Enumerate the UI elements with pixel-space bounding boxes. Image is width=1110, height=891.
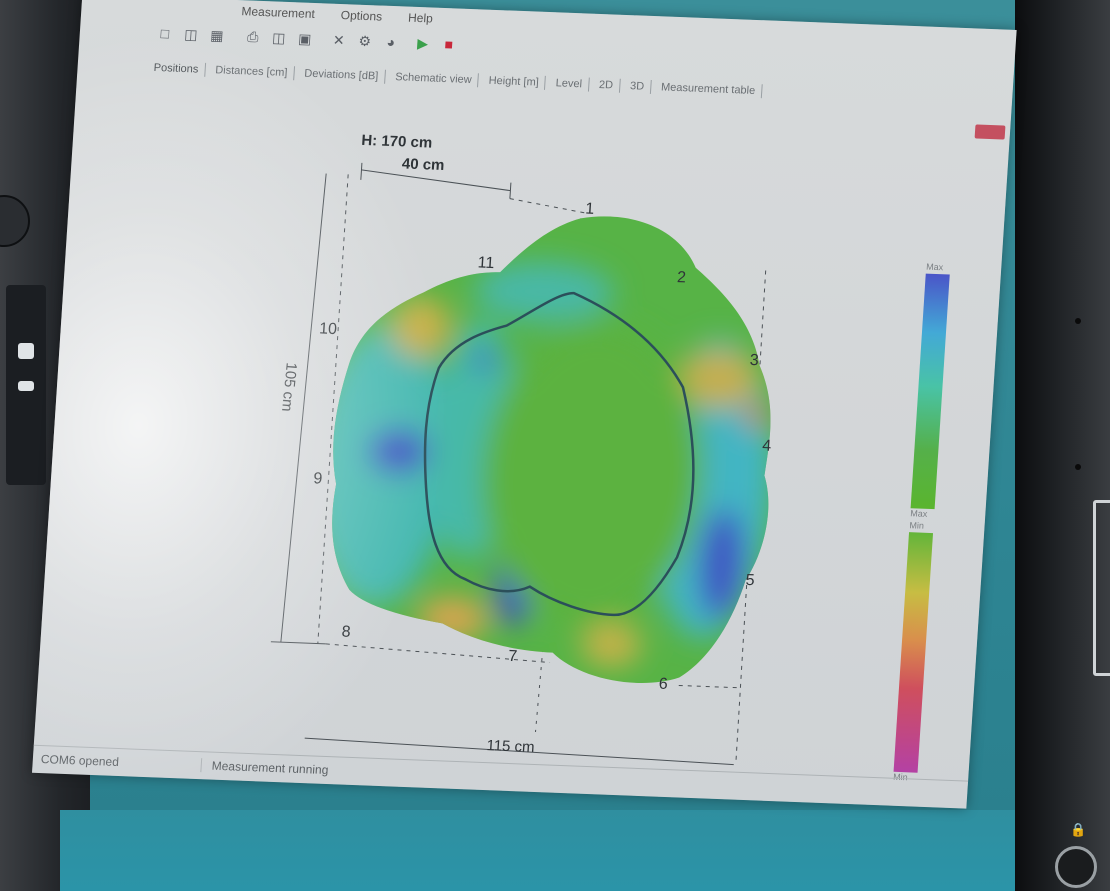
screw-icon [1075,318,1081,324]
top-dimension-label: 40 cm [401,155,445,174]
point-label: 11 [477,254,495,272]
point-label: 10 [319,320,338,338]
point-label: 1 [585,201,595,218]
point-label: 3 [749,352,759,369]
height-label: H: 170 cm [361,132,433,152]
heatmap-plot: H: 170 cm 40 cm 105 cm 115 cm 1 2 3 4 5 … [270,132,787,766]
point-label: 9 [313,470,323,487]
point-label: 7 [508,648,518,665]
lock-icon: 🔒 [1070,822,1087,837]
left-dimension-label: 105 cm [278,362,300,412]
measurement-status: Measurement running [200,758,329,778]
legend-mid-label-2: Min [909,520,925,531]
deviation-field [318,206,787,688]
status-led-icon [18,343,34,359]
point-label: 5 [745,572,755,589]
taskbar [60,810,1020,891]
point-label: 8 [341,623,351,640]
port-status: COM6 opened [40,752,120,770]
card-slot [1093,500,1110,676]
power-button[interactable] [1055,846,1097,888]
laptop-bezel-right: 🔒 [1015,0,1110,891]
legend-max-label: Max [925,261,944,273]
point-label: 6 [658,676,668,693]
screw-icon [1075,464,1081,470]
hinge-circle [0,195,30,247]
indicator-panel [6,285,46,485]
bottom-dimension-label: 115 cm [486,737,535,756]
legend-mid-label: Max [909,508,928,519]
measurement-window: Measurement Options Help □ ◫ ▦ ⎙ ◫ ▣ ✕ ⚙… [31,0,1017,809]
point-label: 4 [762,438,772,455]
wifi-led-icon [18,381,34,391]
point-label: 2 [677,269,687,286]
